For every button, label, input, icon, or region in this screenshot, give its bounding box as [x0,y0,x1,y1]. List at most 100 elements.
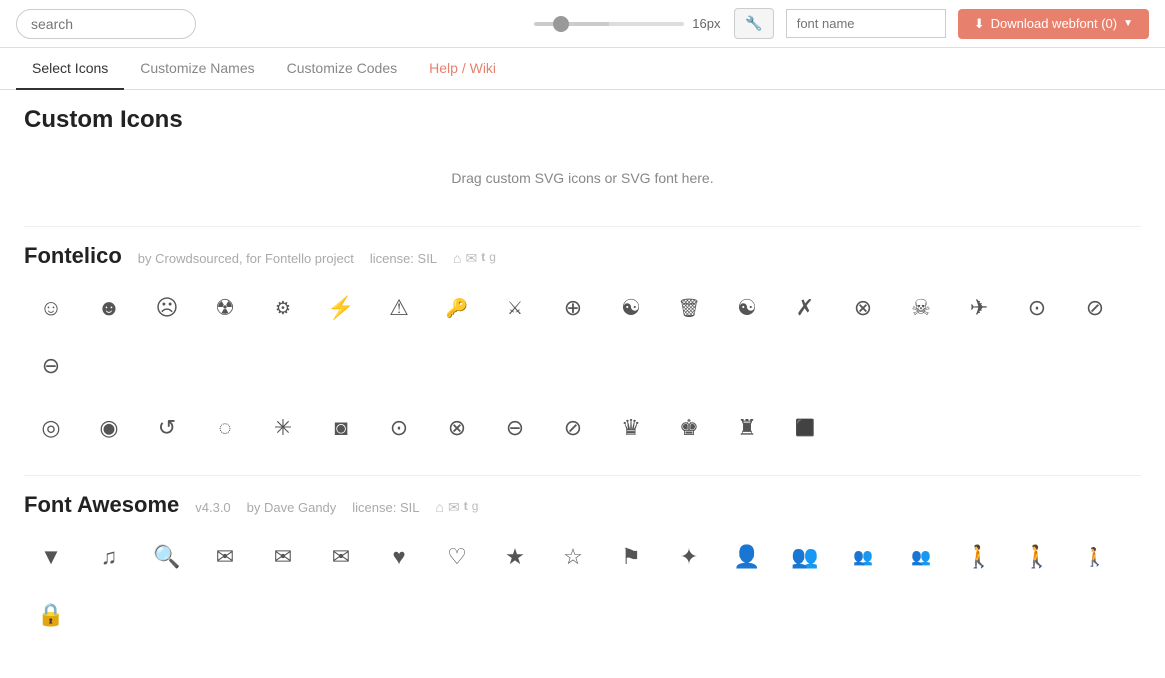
icon-item[interactable]: ♛ [604,401,658,455]
icon-item[interactable]: ☠ [894,281,948,335]
icon-item[interactable]: ◌ [198,401,252,455]
icon-item[interactable]: ◉ [82,401,136,455]
fontelico-header: Fontelico by Crowdsourced, for Fontello … [24,243,1141,269]
icon-star-half[interactable]: ⚑ [604,530,658,584]
fontelico-section: Fontelico by Crowdsourced, for Fontello … [24,243,1141,455]
wrench-icon: 🔧 [745,15,762,31]
icon-item[interactable]: ⊗ [836,281,890,335]
wrench-button[interactable]: 🔧 [734,8,773,39]
icon-star-empty[interactable]: ☆ [546,530,600,584]
icon-item[interactable]: ✈ [952,281,1006,335]
git-icon[interactable]: g [472,499,479,516]
fontelico-meta-icons: ⌂ ✉ t g [453,250,496,267]
fontawesome-by: by Dave Gandy [247,500,337,515]
icon-user[interactable]: 👤 [720,530,774,584]
icon-user-plus[interactable]: 👥 [836,530,890,584]
icon-item[interactable]: ☻ [82,281,136,335]
fontelico-icons-row1: ☺ ☻ ☹ ☢ ⚙ ⚡ ⚠ 🔑 ⚔ ⊕ ☯ 🗑 ☯ ✗ ⊗ ☠ ✈ ⊙ ⊘ ⊖ [24,281,1141,393]
main-content: Custom Icons Drag custom SVG icons or SV… [0,90,1165,678]
icon-item[interactable]: ◎ [24,401,78,455]
icon-item[interactable]: ⊙ [372,401,426,455]
icon-item[interactable]: ☢ [198,281,252,335]
icon-lock[interactable]: 🔒 [24,588,78,642]
icon-music[interactable]: ♫ [82,530,136,584]
icon-user-times[interactable]: 👥 [894,530,948,584]
icon-envelope-square[interactable]: ✉ [314,530,368,584]
download-icon: ⬇ [974,16,985,32]
home-icon[interactable]: ⌂ [453,250,461,267]
search-input[interactable] [16,9,196,39]
icon-item[interactable]: ⊗ [430,401,484,455]
icon-item[interactable]: ⚡ [314,281,368,335]
icon-item[interactable]: ↺ [140,401,194,455]
fontelico-by: by Crowdsourced, for Fontello project [138,251,354,266]
fontawesome-meta-icons: ⌂ ✉ t g [435,499,478,516]
home-icon[interactable]: ⌂ [435,499,443,516]
slider-container: 16px [534,16,722,31]
divider-1 [24,226,1141,227]
icon-item[interactable]: ✳ [256,401,310,455]
icon-envelope[interactable]: ✉ [198,530,252,584]
icon-item[interactable]: ⚔ [488,281,542,335]
icon-item[interactable]: ✗ [778,281,832,335]
icon-female[interactable]: 🚶 [1010,530,1064,584]
icon-male[interactable]: 🚶 [952,530,1006,584]
icon-item[interactable]: 🗑 [662,281,716,335]
icon-item[interactable]: ⊖ [488,401,542,455]
icon-item[interactable]: ☯ [604,281,658,335]
fontawesome-license: license: SIL [352,500,419,515]
icon-star-half-alt[interactable]: ✦ [662,530,716,584]
email-icon[interactable]: ✉ [448,499,460,516]
icon-item[interactable]: ⊘ [1068,281,1122,335]
twitter-icon[interactable]: t [464,499,468,516]
download-button[interactable]: ⬇ Download webfont (0) ▼ [958,9,1149,39]
icon-item[interactable]: ☹ [140,281,194,335]
git-icon[interactable]: g [489,250,496,267]
email-icon[interactable]: ✉ [466,250,478,267]
icon-item[interactable]: ♚ [662,401,716,455]
icon-item[interactable]: ⊕ [546,281,600,335]
size-label: 16px [692,16,722,31]
fontawesome-icons-row1: ▼ ♫ 🔍 ✉ ✉ ✉ ♥ ♡ ★ ☆ ⚑ ✦ 👤 👥 👥 👥 🚶 🚶 🚶 🔒 [24,530,1141,642]
size-slider[interactable] [534,22,684,26]
icon-star[interactable]: ★ [488,530,542,584]
icon-child[interactable]: 🚶 [1068,530,1122,584]
icon-item[interactable]: ⚙ [256,281,310,335]
fontawesome-version: v4.3.0 [195,500,230,515]
custom-icons-section: Custom Icons Drag custom SVG icons or SV… [24,106,1141,206]
drop-zone[interactable]: Drag custom SVG icons or SVG font here. [24,150,1141,206]
drop-zone-text: Drag custom SVG icons or SVG font here. [451,170,713,186]
custom-icons-title: Custom Icons [24,106,1141,134]
icon-heart-empty[interactable]: ♡ [430,530,484,584]
icon-envelope-alt[interactable]: ✉ [256,530,310,584]
icon-filter[interactable]: ▼ [24,530,78,584]
fontawesome-section: Font Awesome v4.3.0 by Dave Gandy licens… [24,492,1141,642]
twitter-icon[interactable]: t [481,250,485,267]
icon-item[interactable]: ⬛ [778,401,832,455]
icon-users[interactable]: 👥 [778,530,832,584]
tab-customize-names[interactable]: Customize Names [124,48,270,90]
tab-help-wiki[interactable]: Help / Wiki [413,48,512,90]
icon-item[interactable]: ☺ [24,281,78,335]
tab-customize-codes[interactable]: Customize Codes [271,48,414,90]
fontawesome-header: Font Awesome v4.3.0 by Dave Gandy licens… [24,492,1141,518]
tab-select-icons[interactable]: Select Icons [16,48,124,90]
font-name-input[interactable] [786,9,946,38]
fontawesome-name: Font Awesome [24,492,179,518]
header: 16px 🔧 ⬇ Download webfont (0) ▼ [0,0,1165,48]
fontelico-name: Fontelico [24,243,122,269]
icon-item[interactable]: ⚠ [372,281,426,335]
tabs-bar: Select Icons Customize Names Customize C… [0,48,1165,90]
chevron-down-icon: ▼ [1123,18,1133,29]
icon-item[interactable]: ☯ [720,281,774,335]
fontelico-icons-row2: ◎ ◉ ↺ ◌ ✳ ◙ ⊙ ⊗ ⊖ ⊘ ♛ ♚ ♜ ⬛ [24,401,1141,455]
icon-item[interactable]: ♜ [720,401,774,455]
icon-item[interactable]: ◙ [314,401,368,455]
icon-item[interactable]: 🔑 [430,281,484,335]
icon-heart[interactable]: ♥ [372,530,426,584]
icon-item[interactable]: ⊖ [24,339,78,393]
icon-search[interactable]: 🔍 [140,530,194,584]
icon-item[interactable]: ⊙ [1010,281,1064,335]
download-label: Download webfont (0) [991,16,1117,31]
icon-item[interactable]: ⊘ [546,401,600,455]
